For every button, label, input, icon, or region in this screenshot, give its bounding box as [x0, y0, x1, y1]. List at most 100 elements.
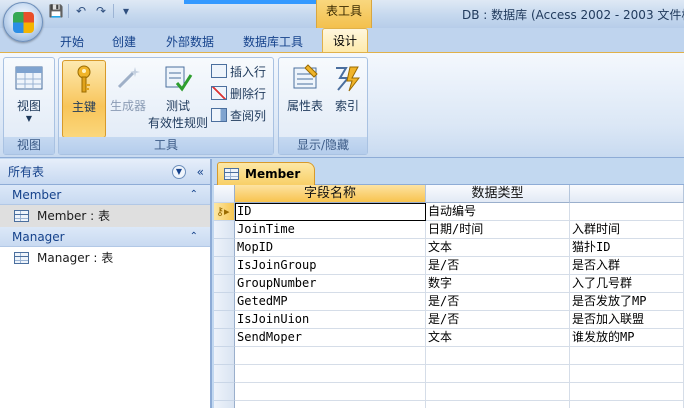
cell-field-name[interactable]: GroupNumber — [235, 275, 426, 293]
lookup-column-button[interactable]: 查阅列 — [211, 106, 266, 124]
cell-data-type[interactable]: 文本 — [426, 329, 570, 347]
cell-field-name[interactable] — [235, 401, 426, 408]
row-selector[interactable] — [214, 383, 235, 401]
row-selector[interactable] — [214, 221, 235, 239]
cell-data-type[interactable]: 是/否 — [426, 293, 570, 311]
cell-description[interactable] — [570, 401, 684, 408]
nav-dropdown-icon[interactable]: ▼ — [172, 165, 186, 179]
primary-key-button[interactable]: 主键 — [62, 60, 106, 138]
header-description[interactable] — [570, 185, 684, 203]
cell-description[interactable]: 入了几号群 — [570, 275, 684, 293]
window-title: DB : 数据库 (Access 2002 - 2003 文件格 — [462, 8, 684, 22]
tab-external-data[interactable]: 外部数据 — [166, 32, 214, 52]
cell-field-name[interactable] — [235, 347, 426, 365]
nav-item-member-table[interactable]: Member : 表 — [0, 205, 210, 227]
row-selector[interactable] — [214, 293, 235, 311]
lookup-column-icon — [211, 108, 227, 122]
property-sheet-label: 属性表 — [286, 99, 323, 113]
cell-description[interactable]: 谁发放的MP — [570, 329, 684, 347]
tab-create[interactable]: 创建 — [112, 32, 136, 52]
key-icon — [77, 65, 91, 93]
property-sheet-icon — [293, 64, 318, 89]
cell-field-name[interactable] — [235, 365, 426, 383]
nav-item-label: Manager : 表 — [37, 251, 114, 265]
delete-row-icon — [211, 86, 227, 100]
office-button[interactable] — [3, 2, 43, 42]
cell-description[interactable] — [570, 383, 684, 401]
row-selector[interactable] — [214, 239, 235, 257]
nav-group-label: Member — [12, 188, 62, 202]
cell-data-type[interactable]: 自动编号 — [426, 203, 570, 221]
grid-corner[interactable] — [214, 185, 235, 203]
delete-row-button[interactable]: 删除行 — [211, 84, 266, 102]
builder-button[interactable]: 生成器 — [106, 60, 150, 138]
cell-field-name[interactable]: SendMoper — [235, 329, 426, 347]
header-field-name[interactable]: 字段名称 — [235, 185, 426, 203]
row-selector[interactable]: ⚷▸ — [214, 203, 235, 221]
row-selector[interactable] — [214, 401, 235, 408]
group-show-hide: 属性表 索引 显示/隐藏 — [278, 57, 368, 155]
indexes-button[interactable]: 索引 — [329, 60, 365, 138]
ribbon: 视图 ▼ 视图 主键 生成器 测试 有效性规则 插入行 删除行 查阅列 工具 属… — [0, 52, 684, 158]
view-button[interactable]: 视图 ▼ — [7, 60, 51, 138]
tab-home[interactable]: 开始 — [60, 32, 84, 52]
undo-icon[interactable]: ↶ — [73, 4, 89, 18]
cell-description[interactable]: 是否加入联盟 — [570, 311, 684, 329]
cell-description[interactable]: 猫扑ID — [570, 239, 684, 257]
property-sheet-button[interactable]: 属性表 — [282, 60, 328, 138]
cell-field-name[interactable]: GetedMP — [235, 293, 426, 311]
row-selector[interactable] — [214, 257, 235, 275]
nav-group-member[interactable]: Member ⌃ — [0, 185, 210, 205]
cell-data-type[interactable]: 数字 — [426, 275, 570, 293]
nav-pane-header[interactable]: 所有表 ▼ « — [0, 159, 210, 185]
cell-field-name[interactable]: ID — [235, 203, 426, 221]
tab-design[interactable]: 设计 — [322, 28, 369, 54]
tab-database-tools[interactable]: 数据库工具 — [243, 32, 303, 52]
test-validation-rules-button[interactable]: 测试 有效性规则 — [147, 60, 209, 138]
cell-description[interactable]: 是否入群 — [570, 257, 684, 275]
indexes-label: 索引 — [334, 99, 359, 113]
cell-data-type[interactable] — [426, 365, 570, 383]
row-selector[interactable] — [214, 347, 235, 365]
test-rules-label-1: 测试 — [165, 99, 190, 113]
cell-field-name[interactable]: MopID — [235, 239, 426, 257]
cell-data-type[interactable] — [426, 383, 570, 401]
cell-description[interactable] — [570, 347, 684, 365]
chevron-up-icon: ⌃ — [189, 189, 198, 200]
cell-data-type[interactable]: 是/否 — [426, 257, 570, 275]
qat-separator — [113, 4, 114, 18]
cell-data-type[interactable]: 日期/时间 — [426, 221, 570, 239]
cell-field-name[interactable] — [235, 383, 426, 401]
row-selector[interactable] — [214, 329, 235, 347]
cell-data-type[interactable]: 是/否 — [426, 311, 570, 329]
group-show-hide-label: 显示/隐藏 — [279, 137, 367, 154]
cell-field-name[interactable]: IsJoinGroup — [235, 257, 426, 275]
document-tab-member[interactable]: Member — [217, 162, 316, 185]
cell-description[interactable]: 是否发放了MP — [570, 293, 684, 311]
customize-qat-icon[interactable]: ▾ — [118, 4, 134, 18]
title-bar: 💾 ↶ ↷ ▾ 表工具 DB : 数据库 (Access 2002 - 2003… — [0, 0, 684, 28]
cell-data-type[interactable] — [426, 347, 570, 365]
header-data-type[interactable]: 数据类型 — [426, 185, 570, 203]
cell-data-type[interactable] — [426, 401, 570, 408]
indexes-icon — [336, 66, 361, 92]
row-selector[interactable] — [214, 311, 235, 329]
cell-field-name[interactable]: JoinTime — [235, 221, 426, 239]
collapse-pane-icon[interactable]: « — [197, 159, 204, 185]
row-selector[interactable] — [214, 365, 235, 383]
ribbon-tab-bar: 开始 创建 外部数据 数据库工具 设计 — [0, 28, 684, 54]
nav-item-label: Member : 表 — [37, 209, 111, 223]
save-icon[interactable]: 💾 — [48, 4, 64, 18]
cell-description[interactable]: 入群时间 — [570, 221, 684, 239]
cell-data-type[interactable]: 文本 — [426, 239, 570, 257]
cell-field-name[interactable]: IsJoinUion — [235, 311, 426, 329]
row-selector[interactable] — [214, 275, 235, 293]
context-accent — [184, 0, 316, 4]
redo-icon[interactable]: ↷ — [93, 4, 109, 18]
nav-group-manager[interactable]: Manager ⌃ — [0, 227, 210, 247]
nav-item-manager-table[interactable]: Manager : 表 — [0, 247, 210, 269]
cell-description[interactable] — [570, 365, 684, 383]
cell-description[interactable] — [570, 203, 684, 221]
navigation-pane: 所有表 ▼ « Member ⌃ Member : 表 Manager ⌃ Ma… — [0, 159, 212, 408]
insert-row-button[interactable]: 插入行 — [211, 62, 266, 80]
